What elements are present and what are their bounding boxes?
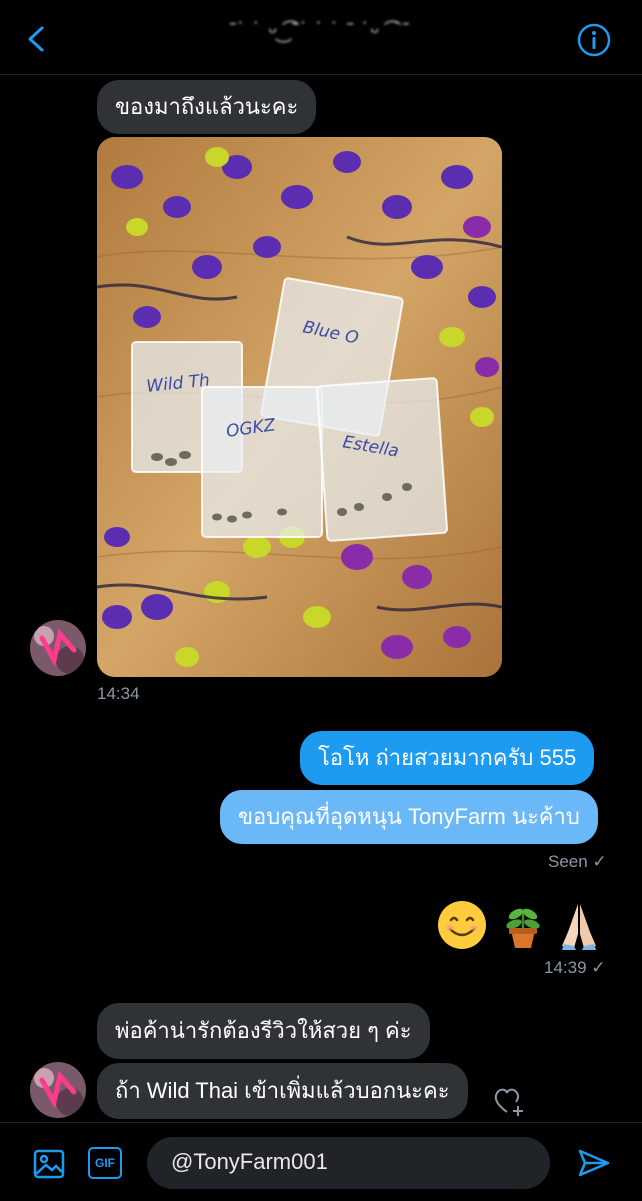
avatar[interactable] (30, 1062, 86, 1118)
potted-plant-icon (506, 908, 540, 948)
gif-button[interactable]: GIF (88, 1147, 122, 1179)
timestamp: 14:34 (97, 684, 140, 703)
image-icon[interactable] (32, 1147, 66, 1181)
seed-packets-photo: Wild Th Blue O OGKZ Estella (97, 137, 502, 677)
info-icon[interactable] (576, 22, 612, 58)
folded-hands-icon (562, 904, 596, 950)
seen-status: Seen ✓ (548, 852, 607, 871)
sent-message: โอโห ถ่ายสวยมากครับ 555 (300, 731, 595, 785)
back-arrow-icon[interactable] (20, 22, 52, 56)
message-photo[interactable]: Wild Th Blue O OGKZ Estella (97, 137, 502, 677)
timestamp: 14:39 ✓ (544, 958, 606, 977)
message-input-text: @TonyFarm001 (171, 1149, 328, 1174)
message-composer: GIF @TonyFarm001 (0, 1122, 642, 1201)
received-message: ของมาถึงแล้วนะคะ (97, 80, 317, 134)
conversation-header: ˉ˙ ˙ ᵕ͜ ͡ ˉ˙ ˙ ˙ ˉ ˙ᵕ ͡ ˙ˉ (0, 0, 642, 75)
send-icon[interactable] (576, 1145, 612, 1181)
sent-message: ขอบคุณที่อุดหนุน TonyFarm นะค้าบ (220, 790, 598, 844)
message-input[interactable]: @TonyFarm001 (147, 1137, 550, 1189)
heart-add-icon[interactable] (492, 1084, 526, 1118)
conversation-title: ˉ˙ ˙ ᵕ͜ ͡ ˉ˙ ˙ ˙ ˉ ˙ᵕ ͡ ˙ˉ (229, 18, 411, 43)
received-message: พ่อค้าน่ารักต้องรีวิวให้สวย ๆ ค่ะ (97, 1003, 430, 1059)
smiling-face-icon (438, 901, 486, 949)
avatar[interactable] (30, 620, 86, 676)
received-message: ถ้า Wild Thai เข้าเพิ่มแล้วบอกนะคะ (97, 1063, 468, 1119)
gif-label: GIF (95, 1156, 115, 1170)
